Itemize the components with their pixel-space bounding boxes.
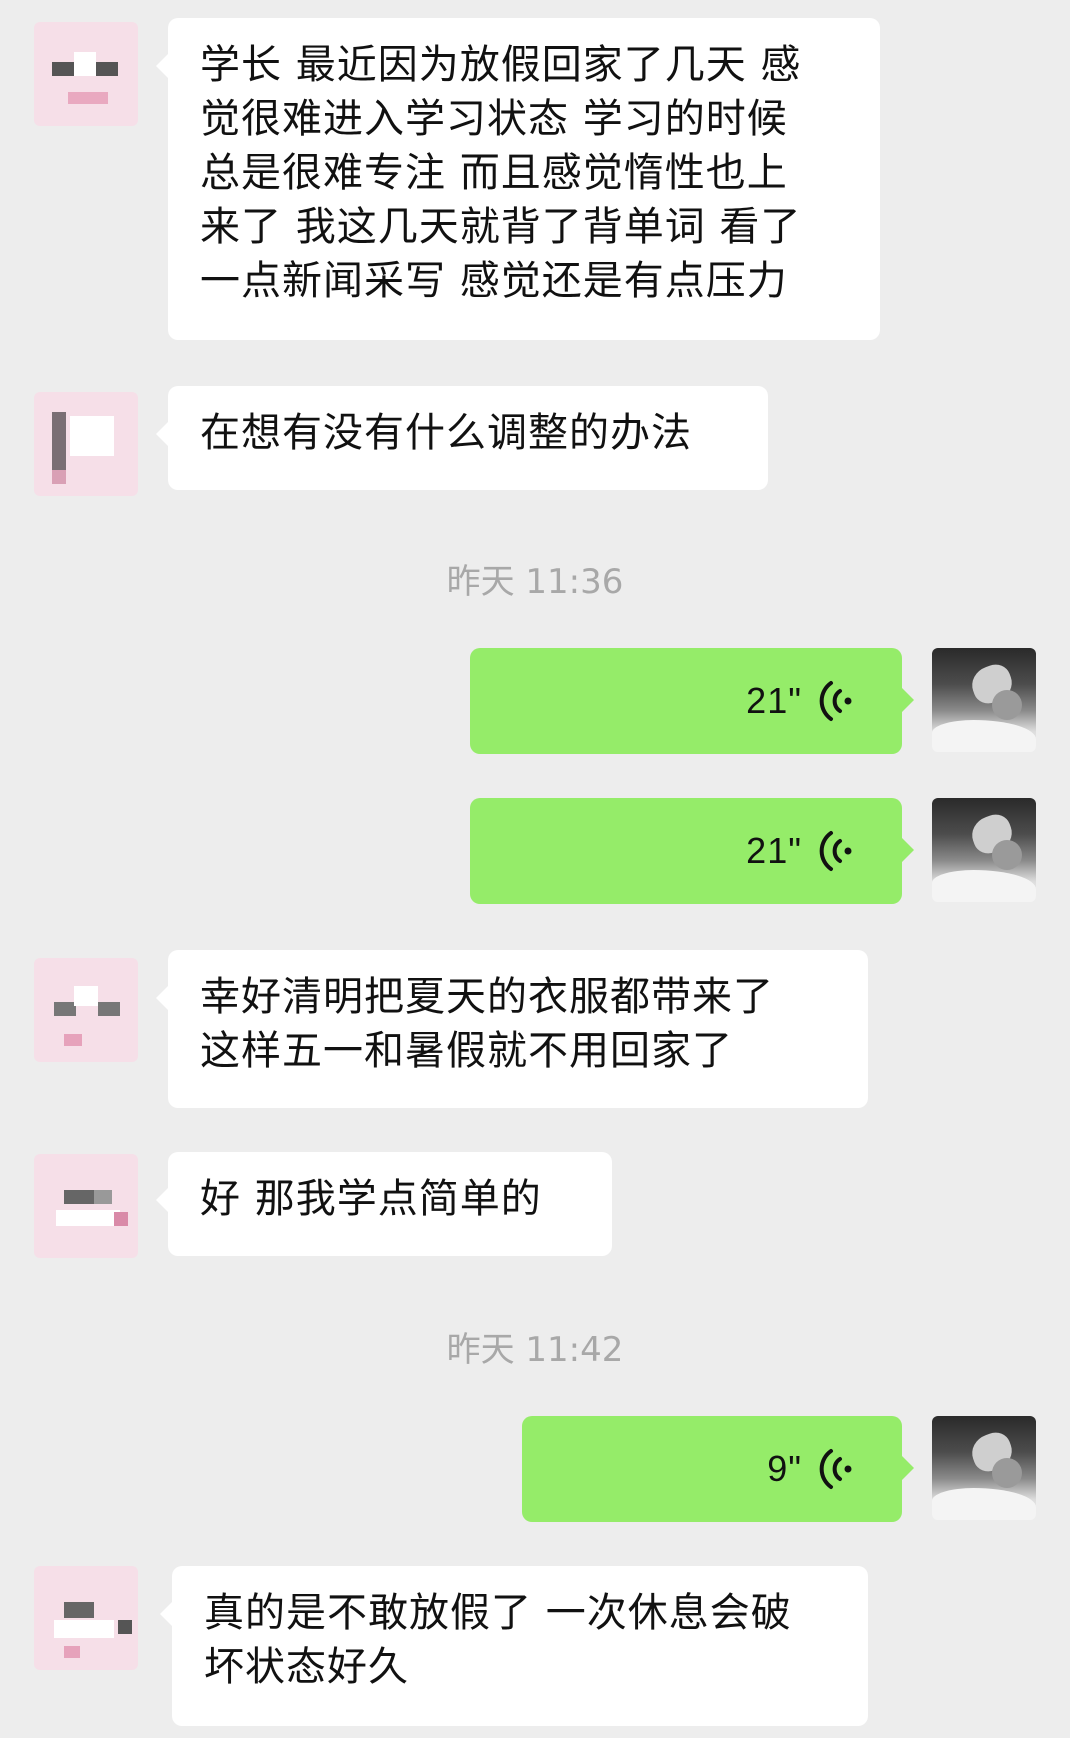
contact-avatar[interactable] (34, 958, 138, 1062)
contact-avatar[interactable] (34, 392, 138, 496)
voice-message-bubble[interactable]: 21" (470, 648, 914, 754)
self-avatar[interactable] (932, 648, 1036, 752)
voice-wave-icon (819, 681, 852, 721)
message-text: 总是很难专注 而且感觉惰性也上 (200, 150, 788, 196)
voice-message-bubble[interactable]: 21" (470, 798, 914, 904)
voice-duration: 21" (746, 680, 802, 721)
contact-avatar[interactable] (34, 1566, 138, 1670)
voice-wave-icon (819, 1449, 852, 1489)
message-text: 幸好清明把夏天的衣服都带来了 (200, 974, 774, 1020)
contact-avatar[interactable] (34, 22, 138, 126)
self-avatar[interactable] (932, 798, 1036, 902)
voice-wave-icon (819, 831, 852, 871)
message-text: 一点新闻采写 感觉还是有点压力 (200, 258, 788, 304)
message-text: 觉很难进入学习状态 学习的时候 (200, 96, 788, 142)
timestamp: 昨天 11:36 (446, 562, 624, 602)
message-text: 学长 最近因为放假回家了几天 感 (200, 42, 802, 88)
message-bubble[interactable]: 在想有没有什么调整的办法 (156, 386, 768, 490)
message-text: 坏状态好久 (204, 1644, 409, 1690)
contact-avatar[interactable] (34, 1154, 138, 1258)
message-bubble[interactable]: 真的是不敢放假了 一次休息会破 坏状态好久 (160, 1566, 868, 1726)
message-bubble[interactable]: 学长 最近因为放假回家了几天 感 觉很难进入学习状态 学习的时候 总是很难专注 … (156, 18, 880, 340)
message-bubble[interactable]: 好 那我学点简单的 (156, 1152, 612, 1256)
message-text: 来了 我这几天就背了背单词 看了 (200, 204, 802, 250)
voice-message-bubble[interactable]: 9" (522, 1416, 914, 1522)
message-text: 这样五一和暑假就不用回家了 (200, 1028, 733, 1074)
message-bubble[interactable]: 幸好清明把夏天的衣服都带来了 这样五一和暑假就不用回家了 (156, 950, 868, 1108)
message-text: 在想有没有什么调整的办法 (200, 410, 692, 456)
message-text: 好 那我学点简单的 (200, 1176, 542, 1222)
message-text: 真的是不敢放假了 一次休息会破 (204, 1590, 792, 1636)
timestamp: 昨天 11:42 (446, 1330, 624, 1370)
self-avatar[interactable] (932, 1416, 1036, 1520)
voice-duration: 9" (767, 1448, 802, 1489)
voice-duration: 21" (746, 830, 802, 871)
